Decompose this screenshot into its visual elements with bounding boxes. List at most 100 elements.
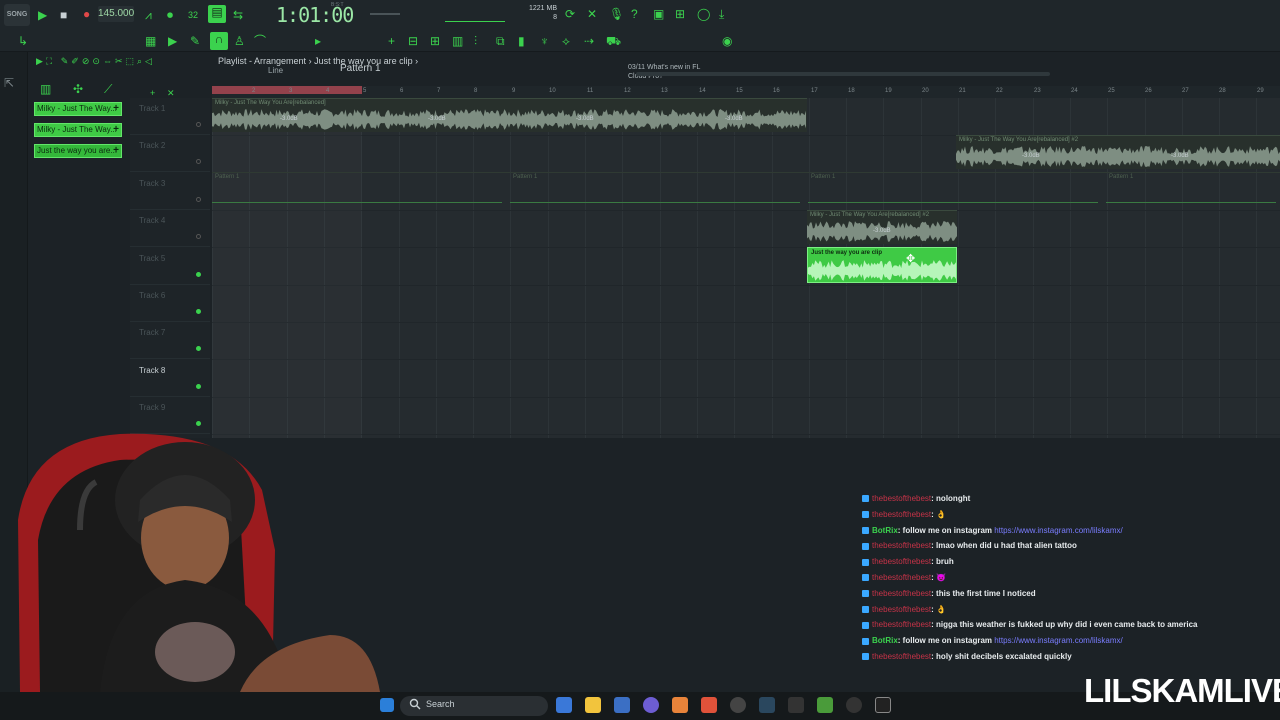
track-enable-toggle[interactable] [196,346,201,352]
play-pattern-icon[interactable]: ▶ [168,34,177,48]
tools-icon[interactable]: ✕ [587,7,597,21]
track-header[interactable]: Track 3 [130,173,210,210]
chat-username[interactable]: thebestofthebest [872,557,931,566]
cloud-icon[interactable]: ◉ [722,34,732,48]
browser-icon[interactable]: ▮ [518,34,525,48]
chat-username[interactable]: thebestofthebest [872,589,931,598]
taskbar-search[interactable] [400,696,548,716]
playlist-icon[interactable]: ⊟ [408,34,418,48]
windows-start-icon[interactable] [380,698,394,712]
snap-icon[interactable]: ⌒ [254,34,266,48]
slip-icon[interactable]: ⇔ [103,56,115,66]
track-header[interactable]: Track 4 [130,210,210,248]
plugin-picker-icon[interactable]: ⧉ [496,34,505,48]
track-header[interactable]: Track 8 [130,360,210,397]
slice-icon[interactable]: ✂ [115,56,126,66]
track-enable-toggle[interactable] [196,383,201,389]
track-enable-toggle[interactable] [196,234,201,240]
mixer-view-icon[interactable]: ⫶ [474,34,477,48]
mixer-icon[interactable]: ⊞ [675,7,685,21]
pattern-clip[interactable]: Pattern 1 [510,172,808,206]
track-enable-toggle[interactable] [196,122,201,127]
edge-icon[interactable] [556,697,572,713]
chat-link[interactable]: https://www.instagram.com/lilskamx/ [994,636,1122,645]
chat-username[interactable]: thebestofthebest [872,652,931,661]
master-pitch-slider[interactable] [445,12,505,22]
chat-username[interactable]: BotRix [872,526,898,535]
picker-automation-icon[interactable]: ⟋ [104,82,112,96]
audio-clip[interactable]: Milky - Just The Way You Are[rebalanced]… [807,210,957,244]
audio-clip[interactable]: Milky - Just The Way You Are[rebalanced]… [956,135,1280,169]
picker-clip-item[interactable]: Milky - Just The Way... + [34,102,122,116]
chat-username[interactable]: BotRix [872,636,898,645]
track-header[interactable]: Track 1 [130,98,210,135]
track-header[interactable]: Track 7 [130,322,210,360]
pencil-icon[interactable]: ✎ [61,56,72,66]
play-icon[interactable]: ▶ [36,56,46,66]
piano-roll-icon[interactable]: ▦ [145,34,156,48]
metronome-icon[interactable]: ⩘ [145,8,152,22]
add-clip-icon[interactable]: + [113,124,119,136]
stamp-icon[interactable]: ♙ [234,34,245,48]
obs-icon[interactable] [875,697,891,713]
download-icon[interactable]: ⤓ [719,7,724,21]
tempo-display[interactable]: 145.000 [98,6,134,22]
store-icon[interactable] [614,697,630,713]
chat-username[interactable]: thebestofthebest [872,573,931,582]
app-icon[interactable] [788,697,804,713]
picker-clip-item[interactable]: Milky - Just The Way... + [34,123,122,137]
mute-icon[interactable]: ⊙ [92,56,103,66]
playback-icon[interactable]: ◁ [145,56,155,66]
track-enable-toggle[interactable] [196,421,201,427]
zoom-icon[interactable]: ⌕ [137,56,145,66]
help-icon[interactable]: ? [631,7,638,21]
prev-pattern-icon[interactable]: ▸ [315,34,321,48]
horizontal-scrollbar[interactable] [636,72,1050,76]
picker-clip-item[interactable]: Just the way you are... + [34,144,122,158]
track-header[interactable]: Track 2 [130,135,210,173]
channel-rack-icon[interactable]: ⊞ [430,34,440,48]
selected-audio-clip[interactable]: Just the way you are clip [807,247,957,283]
select-icon[interactable]: ⬚ [125,56,137,66]
typing-keyboard-icon[interactable]: ▤ [208,5,226,23]
countdown-icon[interactable]: ⏺ [167,8,173,22]
pattern-clip[interactable]: Pattern 1 [808,172,1106,206]
paint-icon[interactable]: ✐ [71,56,82,66]
file-explorer-icon[interactable] [585,697,601,713]
track-header[interactable]: Track 5 [130,248,210,285]
timeline-ruler[interactable] [212,86,1280,98]
app-icon[interactable] [846,697,862,713]
folder-icon[interactable]: ⇱ [4,76,14,90]
chat-username[interactable]: thebestofthebest [872,494,931,503]
picker-patterns-icon[interactable]: ▥ [40,82,51,96]
loop-region[interactable] [212,86,362,94]
track-header[interactable]: Track 9 [130,397,210,435]
arrow-icon[interactable]: ↳ [18,34,28,48]
edison-icon[interactable]: ⟡ [562,34,570,48]
magnet-snap-icon[interactable]: ∩ [210,32,228,50]
song-mode-toggle[interactable]: SONG [4,4,30,26]
track-enable-toggle[interactable] [196,159,201,165]
microphone-icon[interactable]: 🎙 [609,7,624,21]
stop-icon[interactable]: ■ [60,8,67,22]
save-icon[interactable]: ▣ [653,7,664,21]
plugin-icon[interactable]: ♆ [540,34,549,48]
chat-link[interactable]: https://www.instagram.com/lilskamx/ [994,526,1122,535]
chat-icon[interactable]: ◯ [697,7,710,21]
steam-icon[interactable] [759,697,775,713]
add-pattern-icon[interactable]: + [388,34,395,48]
touch-controller-icon[interactable]: ⇢ [584,34,594,48]
sync-icon[interactable]: ⟳ [565,7,575,21]
record-icon[interactable]: ● [83,7,90,21]
pattern-clip[interactable]: Pattern 1 [1106,172,1280,206]
track-enable-toggle[interactable] [196,309,201,314]
app-icon[interactable] [817,697,833,713]
add-clip-icon[interactable]: + [113,145,119,157]
fl-studio-icon[interactable] [672,697,688,713]
piano-icon[interactable]: ▥ [452,34,463,48]
chat-username[interactable]: thebestofthebest [872,605,931,614]
track-enable-toggle[interactable] [196,271,201,277]
shop-icon[interactable]: ⛟ [606,34,621,48]
chat-username[interactable]: thebestofthebest [872,510,931,519]
pencil-icon[interactable]: ✎ [190,34,200,48]
